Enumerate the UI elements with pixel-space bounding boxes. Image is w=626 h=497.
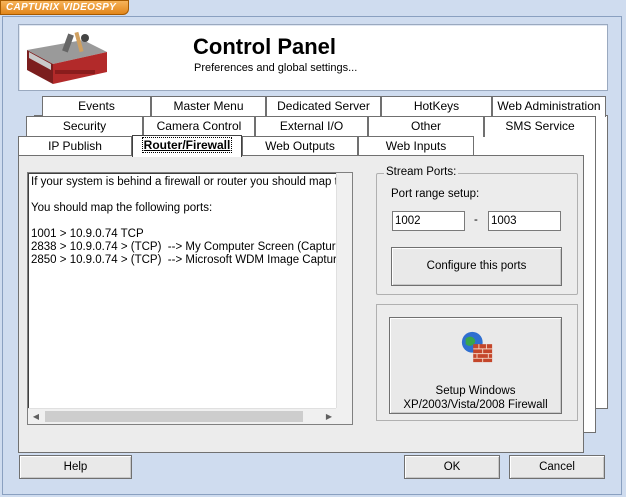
info-line: You should map the following ports:	[31, 202, 213, 214]
info-line	[28, 215, 352, 228]
stream-ports-label: Stream Ports:	[384, 166, 459, 178]
toolbox-icon	[27, 31, 107, 84]
help-button[interactable]: Help	[19, 455, 132, 479]
page-subtitle: Preferences and global settings...	[194, 62, 358, 74]
info-line	[28, 189, 352, 202]
scroll-right-icon[interactable]: ▶	[321, 409, 337, 424]
tab-dedicated-server[interactable]: Dedicated Server	[266, 96, 381, 117]
tab-router-firewall-label: Router/Firewall	[141, 137, 233, 153]
header-panel: Control Panel Preferences and global set…	[18, 24, 608, 91]
tab-sms-service[interactable]: SMS Service	[484, 116, 596, 137]
tab-camera-control[interactable]: Camera Control	[143, 116, 255, 137]
page-title: Control Panel	[193, 34, 337, 59]
tab-hotkeys[interactable]: HotKeys	[381, 96, 492, 117]
info-line: 1001 > 10.9.0.74 TCP	[31, 228, 144, 240]
tab-master-menu[interactable]: Master Menu	[151, 96, 266, 117]
horizontal-scroll-thumb[interactable]	[45, 411, 303, 422]
tab-ip-publish[interactable]: IP Publish	[18, 136, 132, 157]
tab-security[interactable]: Security	[26, 116, 143, 137]
configure-ports-button[interactable]: Configure this ports	[391, 247, 562, 286]
scroll-corner	[336, 408, 352, 424]
port-from-input[interactable]: 1002	[392, 211, 465, 231]
tab-external-io[interactable]: External I/O	[255, 116, 368, 137]
router-firewall-page: If your system is behind a firewall or r…	[18, 155, 584, 453]
range-separator: -	[474, 214, 478, 226]
ok-button[interactable]: OK	[404, 455, 500, 479]
scroll-left-icon[interactable]: ◀	[28, 409, 44, 424]
port-to-input[interactable]: 1003	[488, 211, 561, 231]
tab-web-administration[interactable]: Web Administration	[492, 96, 606, 117]
tab-other[interactable]: Other	[368, 116, 484, 137]
port-range-label: Port range setup:	[391, 188, 480, 200]
cancel-button[interactable]: Cancel	[509, 455, 605, 479]
tab-web-outputs[interactable]: Web Outputs	[242, 136, 358, 157]
firewall-setup-panel: Setup Windows XP/2003/Vista/2008 Firewal…	[376, 304, 578, 421]
stream-ports-group: Stream Ports: Port range setup: 1002 - 1…	[376, 166, 578, 295]
info-line: 2838 > 10.9.0.74 > (TCP) --> My Computer…	[31, 241, 353, 253]
firewall-button-line2: XP/2003/Vista/2008 Firewall	[403, 399, 548, 411]
firewall-icon	[461, 331, 493, 363]
info-line: 2850 > 10.9.0.74 > (TCP) --> Microsoft W…	[31, 254, 353, 266]
horizontal-scrollbar[interactable]: ◀ ▶	[28, 408, 337, 424]
ports-info-textarea[interactable]: If your system is behind a firewall or r…	[27, 172, 353, 425]
info-line: If your system is behind a firewall or r…	[31, 176, 353, 188]
tab-events[interactable]: Events	[42, 96, 151, 117]
tab-router-firewall[interactable]: Router/Firewall	[132, 135, 242, 157]
tab-web-inputs[interactable]: Web Inputs	[358, 136, 474, 157]
vertical-scrollbar[interactable]	[336, 173, 352, 410]
firewall-button-line1: Setup Windows	[435, 385, 516, 397]
setup-firewall-button[interactable]: Setup Windows XP/2003/Vista/2008 Firewal…	[389, 317, 562, 414]
app-title-tab: CAPTURIX VIDEOSPY	[0, 0, 129, 15]
